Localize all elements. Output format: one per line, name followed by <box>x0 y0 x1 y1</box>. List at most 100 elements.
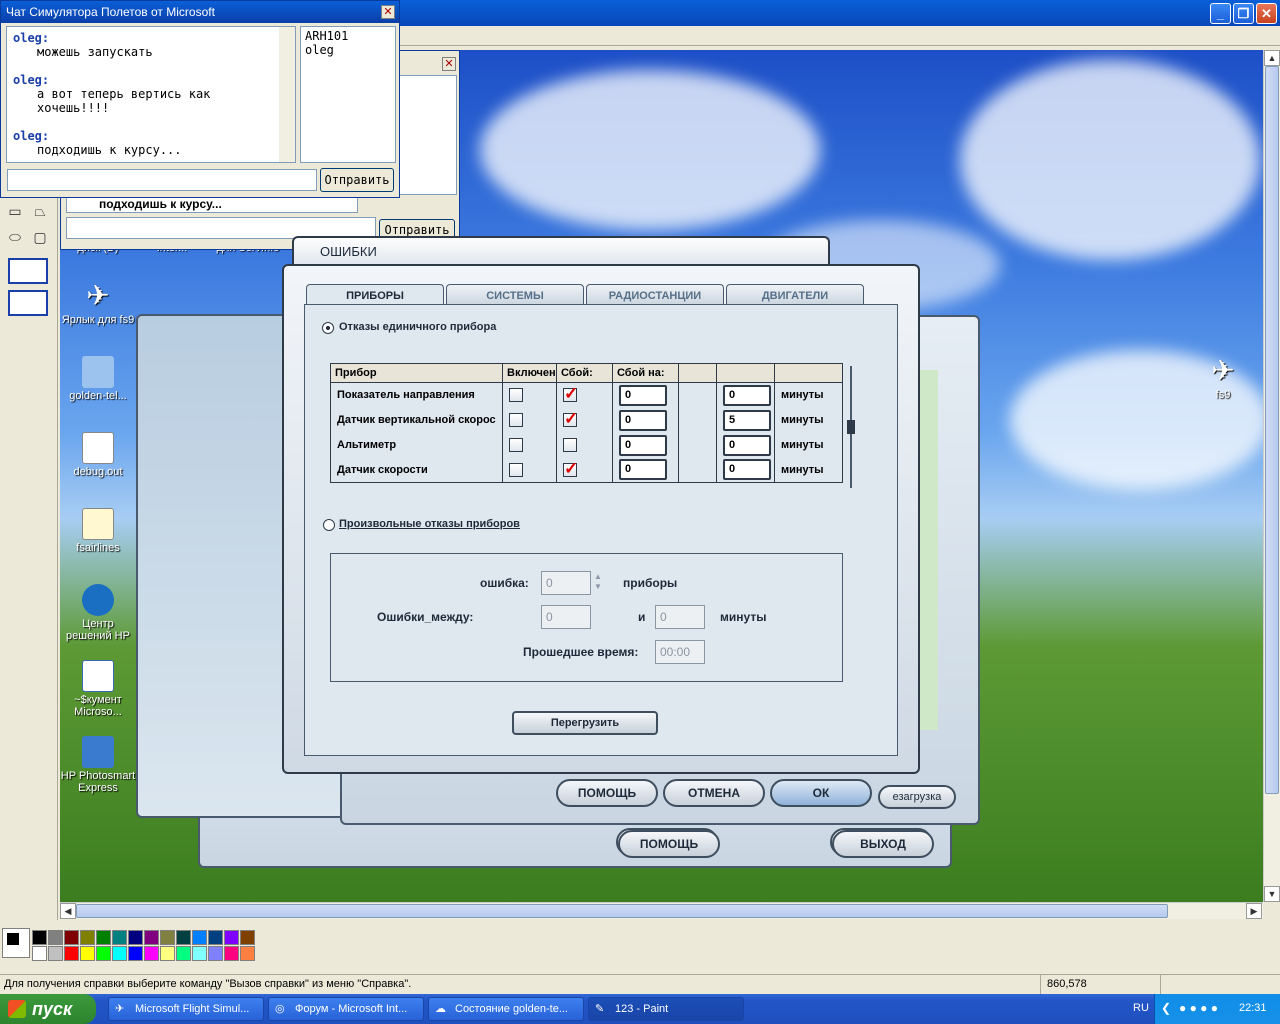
color-swatch[interactable] <box>96 946 111 961</box>
language-indicator[interactable]: RU <box>1133 1002 1149 1014</box>
send-button[interactable]: Отправить <box>320 168 394 192</box>
tab-engines[interactable]: ДВИГАТЕЛИ <box>726 284 864 306</box>
between-from-input[interactable]: 0 <box>541 605 591 629</box>
vertical-scrollbar[interactable]: ▲ ▼ <box>1263 50 1280 902</box>
task-flight-sim[interactable]: ✈ Microsoft Flight Simul... <box>108 997 264 1021</box>
failure-checkbox[interactable] <box>563 409 578 429</box>
scroll-right-icon[interactable]: ▶ <box>1246 903 1262 919</box>
desktop-icon-golden-tel[interactable]: golden-tel... <box>60 356 136 402</box>
desktop-icon-debug-out[interactable]: debug.out <box>60 432 136 478</box>
message-input[interactable] <box>7 169 317 191</box>
color-swatch[interactable] <box>80 946 95 961</box>
color-swatch[interactable] <box>128 930 143 945</box>
color-swatch[interactable] <box>112 946 127 961</box>
task-paint[interactable]: ✎ 123 - Paint <box>588 997 744 1021</box>
color-swatch[interactable] <box>160 930 175 945</box>
color-swatch[interactable] <box>48 930 63 945</box>
failure-checkbox[interactable] <box>563 384 578 404</box>
vertical-scroll-thumb[interactable] <box>1265 66 1279 794</box>
help-button[interactable]: ПОМОЩЬ <box>556 779 658 807</box>
enabled-checkbox[interactable] <box>509 388 523 403</box>
user-item[interactable]: oleg <box>305 43 391 57</box>
color-swatch[interactable] <box>144 930 159 945</box>
color-swatch[interactable] <box>80 930 95 945</box>
desktop-icon-word-doc[interactable]: ~$кумент Microso... <box>60 660 136 718</box>
tray-expand-icon[interactable]: ❮ <box>1161 1001 1171 1015</box>
tab-systems[interactable]: СИСТЕМЫ <box>446 284 584 306</box>
tab-instruments[interactable]: ПРИБОРЫ <box>306 284 444 306</box>
scroll-down-icon[interactable]: ▼ <box>1264 886 1280 902</box>
color-swatch[interactable] <box>96 930 111 945</box>
close-icon[interactable]: ✕ <box>442 57 456 71</box>
between-to-input[interactable]: 0 <box>655 605 705 629</box>
minimize-button[interactable]: _ <box>1210 3 1231 24</box>
color-swatch[interactable] <box>240 930 255 945</box>
tab-radio[interactable]: РАДИОСТАНЦИИ <box>586 284 724 306</box>
task-forum[interactable]: ◎ Форум - Microsoft Int... <box>268 997 424 1021</box>
desktop-icon-fs9-shortcut[interactable]: ✈ Ярлык для fs9 <box>60 280 136 326</box>
reload-button[interactable]: Перегрузить <box>512 711 658 735</box>
polygon-tool-icon[interactable]: ⏢ <box>28 200 52 222</box>
color-swatch[interactable] <box>176 946 191 961</box>
horizontal-scroll-thumb[interactable] <box>76 904 1168 918</box>
color-swatch[interactable] <box>144 946 159 961</box>
color-swatch[interactable] <box>112 930 127 945</box>
desktop-icon-fsairlines[interactable]: fsairlines <box>60 508 136 554</box>
task-status[interactable]: ☁ Состояние golden-te... <box>428 997 584 1021</box>
fail-on-input[interactable]: 0 <box>619 384 667 406</box>
minutes-input[interactable]: 0 <box>723 384 771 406</box>
fill-style-option-icon[interactable] <box>8 290 48 316</box>
cancel-button[interactable]: ОТМЕНА <box>663 779 765 807</box>
color-swatch[interactable] <box>192 930 207 945</box>
start-button[interactable]: пуск <box>0 994 96 1024</box>
error-count-input[interactable]: 0 <box>541 571 591 595</box>
table-scrollbar[interactable] <box>846 366 856 488</box>
fail-on-input[interactable]: 0 <box>619 434 667 456</box>
rectangle-tool-icon[interactable]: ▭ <box>3 200 27 222</box>
color-swatch[interactable] <box>176 930 191 945</box>
help-button-2[interactable]: ПОМОЩЬ <box>618 830 720 858</box>
load-button-fragment[interactable]: езагрузка <box>878 785 956 809</box>
exit-button-2[interactable]: ВЫХОД <box>832 830 934 858</box>
color-swatch[interactable] <box>64 946 79 961</box>
enabled-checkbox[interactable] <box>509 462 523 477</box>
color-swatch[interactable] <box>192 946 207 961</box>
color-swatch[interactable] <box>48 946 63 961</box>
color-swatch[interactable] <box>32 946 47 961</box>
ellipse-tool-icon[interactable]: ⬭ <box>3 226 27 248</box>
color-swatch[interactable] <box>224 930 239 945</box>
scroll-left-icon[interactable]: ◀ <box>60 903 76 919</box>
rounded-rect-tool-icon[interactable]: ▢ <box>28 226 52 248</box>
failure-checkbox[interactable] <box>563 459 578 479</box>
horizontal-scrollbar[interactable]: ◀ ▶ <box>60 902 1263 919</box>
color-swatch[interactable] <box>64 930 79 945</box>
color-swatch[interactable] <box>32 930 47 945</box>
desktop-icon-hp-photosmart[interactable]: HP Photosmart Express <box>60 736 136 794</box>
fail-on-input[interactable]: 0 <box>619 459 667 481</box>
maximize-button[interactable]: ❐ <box>1233 3 1254 24</box>
failure-checkbox[interactable] <box>563 438 577 452</box>
user-item[interactable]: ARH101 <box>305 29 391 43</box>
desktop-icon-hp-center[interactable]: Центр решений HP <box>60 584 136 642</box>
random-failure-radio[interactable] <box>323 519 335 531</box>
color-swatch[interactable] <box>208 930 223 945</box>
color-swatch[interactable] <box>208 946 223 961</box>
color-swatch[interactable] <box>128 946 143 961</box>
fail-on-input[interactable]: 0 <box>619 409 667 431</box>
fill-style-option-icon[interactable] <box>8 258 48 284</box>
color-swatch[interactable] <box>224 946 239 961</box>
chat-scrollbar[interactable] <box>279 27 295 162</box>
single-failure-radio[interactable] <box>322 322 334 334</box>
ok-button[interactable]: ОК <box>770 779 872 807</box>
scroll-up-icon[interactable]: ▲ <box>1264 50 1280 66</box>
minutes-input[interactable]: 5 <box>723 409 771 431</box>
close-icon[interactable]: ✕ <box>381 5 395 19</box>
enabled-checkbox[interactable] <box>509 438 523 452</box>
minutes-input[interactable]: 0 <box>723 459 771 481</box>
enabled-checkbox[interactable] <box>509 413 523 427</box>
minutes-input[interactable]: 0 <box>723 434 771 456</box>
close-button[interactable]: ✕ <box>1256 3 1277 24</box>
tray-icons[interactable]: ● ● ● ● <box>1179 1001 1218 1015</box>
desktop-icon-fs9[interactable]: ✈ fs9 <box>1185 355 1261 401</box>
color-swatch[interactable] <box>240 946 255 961</box>
